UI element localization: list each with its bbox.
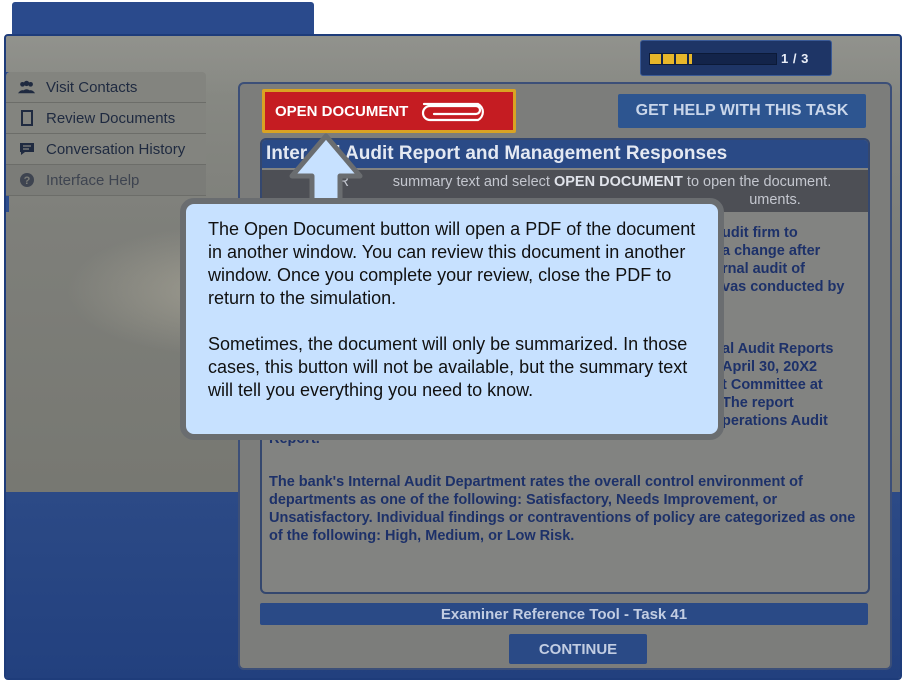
task-progress: 1 / 3 (640, 40, 832, 76)
side-nav: Visit Contacts Review Documents Conversa… (6, 72, 206, 196)
nav-item-interface-help[interactable]: ? Interface Help (6, 165, 206, 196)
summary-fragment-2: al Audit Reports April 30, 20X2 t Commit… (722, 340, 833, 430)
nav-item-review-documents[interactable]: Review Documents (6, 103, 206, 134)
continue-button[interactable]: CONTINUE (509, 634, 647, 664)
frag-line: t Committee at (722, 377, 823, 393)
title-right: l Audit Report and Management Responses (335, 143, 728, 164)
reference-tool-bar[interactable]: Examiner Reference Tool - Task 41 (260, 603, 868, 625)
document-icon (18, 109, 36, 127)
paperclip-icon (418, 96, 492, 126)
summary-paragraph: The bank's Internal Audit Department rat… (269, 474, 856, 544)
nav-label: Interface Help (46, 171, 140, 189)
chat-icon (18, 140, 36, 158)
people-icon (18, 78, 36, 96)
frag-line: al Audit Reports (722, 341, 834, 357)
help-tooltip: The Open Document button will open a PDF… (180, 198, 724, 440)
frag-line: rnal audit of (722, 261, 805, 277)
tooltip-paragraph-1: The Open Document button will open a PDF… (208, 219, 696, 308)
get-help-button[interactable]: GET HELP WITH THIS TASK (618, 94, 866, 128)
frag-line: a change after (722, 243, 821, 259)
nav-label: Review Documents (46, 109, 176, 127)
progress-count: 1 / 3 (781, 51, 809, 66)
progress-bar (649, 53, 777, 65)
instruction-end: to open the document. (686, 174, 832, 190)
frag-line: vas conducted by (722, 279, 845, 295)
frag-line: The report (722, 395, 794, 411)
frag-line: April 30, 20X2 (722, 359, 818, 375)
nav-item-visit-contacts[interactable]: Visit Contacts (6, 72, 206, 103)
open-document-button[interactable]: OPEN DOCUMENT (262, 89, 516, 133)
nav-item-conversation-history[interactable]: Conversation History (6, 134, 206, 165)
open-document-inner[interactable]: OPEN DOCUMENT (265, 92, 513, 130)
summary-fragment-1: udit firm to a change after rnal audit o… (722, 224, 844, 296)
tooltip-paragraph-2: Sometimes, the document will only be sum… (208, 334, 688, 400)
instruction-bold: OPEN DOCUMENT (553, 174, 683, 190)
instruction-mid: summary text and select (392, 174, 550, 190)
nav-label: Conversation History (46, 140, 186, 158)
nav-label: Visit Contacts (46, 78, 138, 96)
frag-line: udit firm to (722, 225, 798, 241)
open-document-label: OPEN DOCUMENT (275, 102, 409, 120)
progress-fill (650, 54, 692, 64)
help-icon: ? (18, 171, 36, 189)
frag-line: perations Audit (722, 413, 828, 429)
svg-text:?: ? (24, 175, 31, 187)
